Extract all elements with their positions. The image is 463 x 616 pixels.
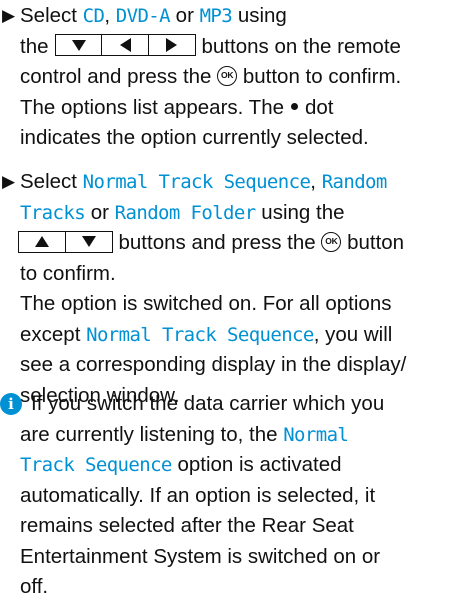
note-text-switch-carrier: If you switch the data carrier which you: [31, 392, 385, 415]
note-line-3-text: Track Sequence option is activated: [20, 450, 342, 481]
step2-text-you-will: , you will: [313, 322, 393, 346]
step2-sep-comma: ,: [310, 170, 322, 193]
note-line-2-text: are currently listening to, the Normal: [20, 420, 349, 451]
step2-text-select: Select: [20, 170, 83, 193]
up-key: [18, 230, 66, 253]
step2-line-6: except Normal Track Sequence, you will: [0, 320, 460, 351]
step1-line-1: ▶ Select CD, DVD-A or MP3 using: [0, 1, 460, 32]
step1-line-2-text: the buttons on the remote: [20, 32, 401, 63]
remote-keys-up-down: [18, 230, 113, 253]
step1-text-confirm: button to confirm.: [242, 65, 402, 88]
note-line-1: If you switch the data carrier which you: [0, 389, 460, 420]
step1-line-2: the buttons on the remote: [0, 32, 460, 63]
info-note: i If you switch the data carrier which y…: [0, 389, 460, 603]
step1-line-3-text: control and press the OK button to confi…: [20, 62, 401, 93]
step2-line-3: buttons and press the OK button: [0, 228, 460, 259]
step1-text-the: the: [20, 34, 49, 58]
option-cd: CD: [82, 5, 105, 27]
step-arrow-icon: ▶: [2, 6, 16, 25]
right-arrow-icon: [166, 38, 177, 53]
note-text-off: off.: [20, 575, 49, 598]
right-key: [147, 34, 196, 57]
down-key: [64, 230, 113, 253]
up-arrow-icon: [35, 236, 49, 248]
option-dvd-a: DVD-A: [115, 5, 171, 27]
step2-line-3-text: buttons and press the OK button: [18, 228, 404, 259]
note-line-3: Track Sequence option is activated: [0, 450, 460, 481]
option-random-folder: Random Folder: [114, 201, 257, 224]
step1-text-options-list: The options list appears. The: [20, 95, 284, 119]
step1-text-control-press: control and press the: [20, 65, 212, 88]
step1-line-4-text: The options list appears. The dot: [20, 93, 334, 124]
step2-text-except: except: [20, 322, 87, 346]
step1-text-indicates: indicates the option currently selected.: [20, 126, 369, 149]
note-text-entertainment-system: Entertainment System is switched on or: [20, 544, 381, 568]
step2-line-2-text: Tracks or Random Folder using the: [20, 198, 345, 229]
note-text-automatically: automatically. If an option is selected,…: [20, 483, 376, 507]
step2-line-2: Tracks or Random Folder using the: [0, 198, 460, 229]
selected-dot-icon: [291, 102, 298, 110]
note-line-5: remains selected after the Rear Seat: [0, 511, 460, 542]
step2-line-5: The option is switched on. For all optio…: [0, 289, 460, 320]
step1-text-using: using: [232, 4, 287, 27]
note-text-option-activated: option is activated: [171, 453, 342, 476]
step1-line-1-text: Select CD, DVD-A or MP3 using: [20, 1, 287, 32]
note-line-4: automatically. If an option is selected,…: [0, 481, 460, 512]
down-arrow-icon: [81, 236, 96, 248]
step2-text-buttons-press: buttons and press the: [118, 231, 316, 254]
ok-button-icon: OK: [217, 65, 238, 86]
option-normal-ref-part1: Normal: [283, 423, 349, 446]
step2-text-button: button: [347, 231, 405, 254]
remote-keys-down-left-right: [54, 34, 196, 57]
option-normal-track-sequence: Normal Track Sequence: [82, 171, 311, 193]
step2-text-using-the: using the: [255, 200, 345, 224]
step2-line-6-text: except Normal Track Sequence, you will: [20, 320, 392, 351]
step1-text-dot: dot: [305, 95, 334, 119]
instruction-step-select-option: ▶ Select Normal Track Sequence, Random T…: [0, 167, 460, 411]
option-random-tracks-part1: Random: [321, 171, 388, 193]
step1-text-buttons-remote: buttons on the remote: [201, 34, 401, 58]
step2-line-1: ▶ Select Normal Track Sequence, Random: [0, 167, 460, 198]
step-arrow-icon: ▶: [2, 172, 16, 191]
step1-sep-comma: ,: [104, 4, 116, 27]
down-key: [54, 34, 103, 57]
manual-page: ▶ Select CD, DVD-A or MP3 using the butto…: [0, 0, 463, 616]
option-normal-track-sequence-ref: Normal Track Sequence: [86, 323, 314, 346]
step2-sep-or: or: [85, 200, 115, 224]
step2-text-corresponding-display: see a corresponding display in the displ…: [20, 353, 407, 376]
step2-line-7: see a corresponding display in the displ…: [0, 350, 460, 381]
option-mp3: MP3: [199, 5, 233, 27]
step2-line-1-text: Select Normal Track Sequence, Random: [20, 167, 387, 198]
note-line-2: are currently listening to, the Normal: [0, 420, 460, 451]
step1-text-select: Select: [20, 4, 83, 27]
note-text-currently-listening: are currently listening to, the: [20, 422, 284, 446]
step2-text-switched-on: The option is switched on. For all optio…: [20, 292, 392, 315]
note-line-6: Entertainment System is switched on or: [0, 542, 460, 573]
option-random-tracks-part2: Tracks: [20, 201, 86, 224]
left-key: [101, 34, 149, 57]
step2-line-4: to confirm.: [0, 259, 460, 290]
note-text-remains-selected: remains selected after the Rear Seat: [20, 514, 354, 537]
left-arrow-icon: [119, 38, 131, 53]
step1-line-3: control and press the OK button to confi…: [0, 62, 460, 93]
step1-line-5: indicates the option currently selected.: [0, 123, 460, 154]
instruction-step-select-medium: ▶ Select CD, DVD-A or MP3 using the butto…: [0, 1, 460, 154]
step2-text-to-confirm: to confirm.: [20, 261, 116, 285]
down-arrow-icon: [71, 39, 86, 51]
step1-line-4: The options list appears. The dot: [0, 93, 460, 124]
ok-button-icon: OK: [321, 231, 342, 252]
option-normal-ref-part2: Track Sequence: [20, 454, 172, 476]
step1-sep-or: or: [169, 4, 200, 27]
note-line-7: off.: [0, 572, 460, 603]
